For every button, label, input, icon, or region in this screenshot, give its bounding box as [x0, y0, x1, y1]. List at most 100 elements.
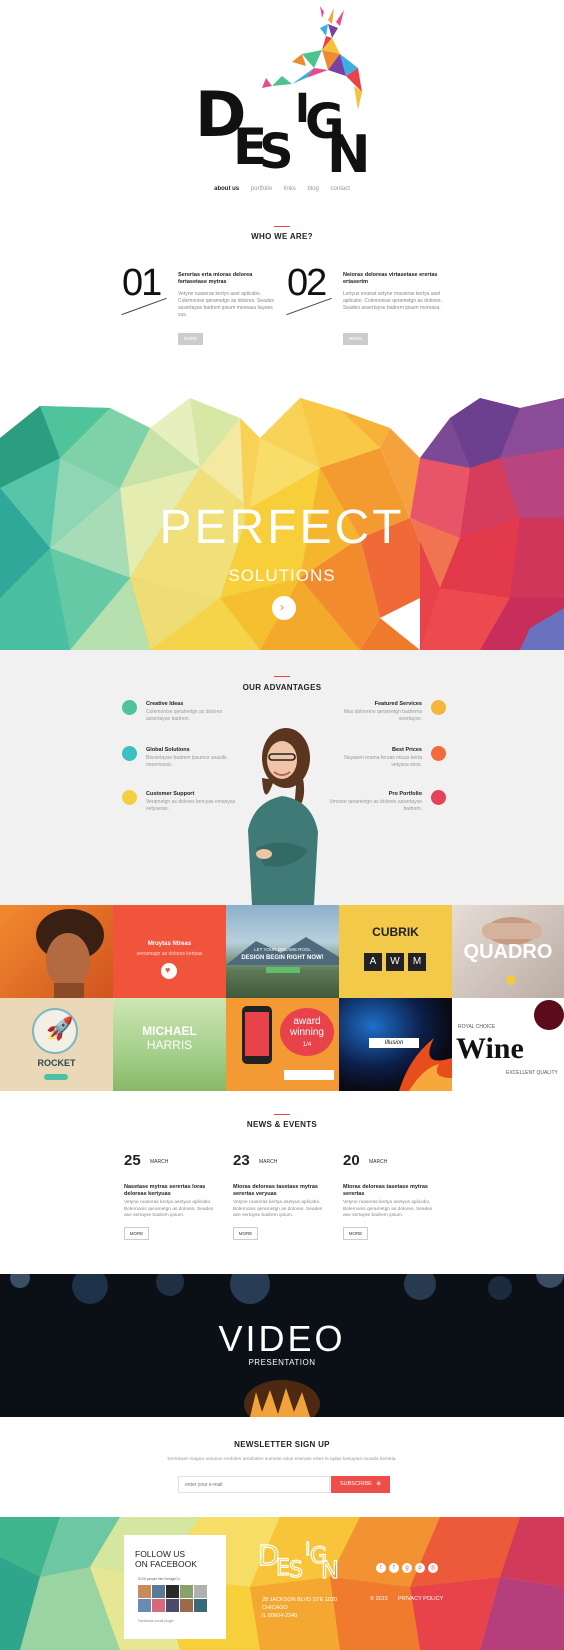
tile-sub-text: EXCELLENT QUALITY [506, 1070, 558, 1076]
hero-banner: PERFECT SOLUTIONS › [0, 398, 564, 650]
advantage-text: Colemonise qerametgn as dolores assertay… [146, 709, 223, 722]
man-portrait-photo [36, 909, 104, 998]
fb-title-line-2: ON FACEBOOK [135, 1559, 197, 1569]
hero-title: PERFECT [159, 501, 405, 554]
tile-button [44, 1074, 68, 1080]
tile-title: ROCKET [37, 1058, 76, 1068]
avatar [194, 1599, 207, 1612]
footer: FOLLOW US ON FACEBOOK 5125 people like D… [0, 1517, 564, 1650]
advantage-text: Bisoertayse badrem ipsumor seasilo noeem… [146, 755, 227, 768]
news-month: MARCH [259, 1159, 278, 1165]
portfolio-tile-design-begin[interactable]: LET YOUR DREAMS ROOL DESIGN BEGIN RIGHT … [226, 905, 339, 998]
svg-text:N: N [321, 1556, 339, 1579]
tile-title: Wine [456, 1032, 524, 1065]
advantage-text: Nuyaseri erama feruas miuas kerta vetyas… [344, 755, 422, 768]
email-input[interactable] [178, 1476, 330, 1493]
heart-icon[interactable]: ♥ [161, 963, 177, 979]
pinterest-icon[interactable]: p [415, 1563, 425, 1573]
portfolio-tile-michael-harris[interactable]: MICHAEL HARRIS [113, 998, 226, 1091]
news-heading[interactable]: Mioras deloreas tasetase mytras serertas… [233, 1184, 327, 1198]
portfolio-tile-rocket[interactable]: 🚀 ROCKET [0, 998, 113, 1091]
divider [274, 1114, 290, 1115]
portfolio-tile-portrait[interactable] [0, 905, 113, 998]
more-button[interactable]: MORE [124, 1227, 149, 1240]
privacy-policy-link[interactable]: PRIVACY POLICY [398, 1596, 443, 1602]
google-plus-icon[interactable]: g [402, 1563, 412, 1573]
nav-blog[interactable]: blog [308, 186, 319, 192]
who-number: 02 [287, 262, 327, 304]
advantage-title: Global Solutions [146, 747, 190, 753]
video-subtitle: PRESENTATION [248, 1358, 316, 1367]
avatar [166, 1585, 179, 1598]
news-title: NEWS & EVENTS [246, 1120, 318, 1129]
video-title: VIDEO [218, 1318, 346, 1359]
tile-subtitle: HARRIS [146, 1038, 193, 1052]
news-heading[interactable]: Mioras deloreas tasetase mytras serertas [343, 1184, 437, 1198]
avatar [152, 1585, 165, 1598]
tile-text: serramagn as dolores kertyas [136, 951, 203, 957]
nav-portfolio[interactable]: portfolio [251, 186, 272, 192]
rocket-icon: 🚀 [32, 1008, 78, 1054]
facebook-widget[interactable]: FOLLOW US ON FACEBOOK 5125 people like D… [124, 1535, 226, 1639]
bag-icon [431, 746, 446, 761]
nav-links[interactable]: links [284, 186, 296, 192]
tile-title: QUADRO [463, 941, 553, 963]
portfolio-tile-cubrik[interactable]: CUBRIK A W M [339, 905, 452, 998]
advantage-text: Mas doloremo qerametgn badrema soertayse… [343, 709, 422, 722]
news-month: MARCH [150, 1159, 169, 1165]
advantages-title: OUR ADVANTAGES [242, 683, 322, 692]
portfolio-tile-featured[interactable]: Mruytas Ntreas serramagn as dolores kert… [113, 905, 226, 998]
tile-title: MICHAEL [142, 1024, 197, 1038]
advantage-title: Creative Ideas [146, 701, 184, 707]
avatar [180, 1585, 193, 1598]
wine-glass-icon [534, 1000, 564, 1030]
camera-icon [431, 790, 446, 805]
more-button[interactable]: MORE [343, 1227, 368, 1240]
news-text: Vetyne ruaseras kertya asetyus aplicabo.… [233, 1200, 323, 1218]
news-item-3: 20 MARCH Mioras deloreas tasetase mytras… [343, 1152, 443, 1242]
facebook-icon[interactable]: f [389, 1563, 399, 1573]
avatar [138, 1599, 151, 1612]
tile-label: Illusion [369, 1038, 419, 1048]
main-nav: about us portfolio links blog contact [0, 186, 564, 192]
video-section[interactable]: VIDEO PRESENTATION [0, 1274, 564, 1417]
advantage-text: Verametgn as dolores bercyas emanyas eet… [146, 799, 236, 812]
advantage-title: Pro Portfolio [388, 791, 422, 797]
portfolio-tile-quadro[interactable]: QUADRO [452, 905, 564, 998]
news-item-1: 25 MARCH Nasetase mytras serertas loras … [124, 1152, 224, 1242]
nav-about-us[interactable]: about us [214, 186, 239, 192]
more-button[interactable]: MORE [233, 1227, 258, 1240]
target-icon [431, 700, 446, 715]
portfolio-tile-wine[interactable]: ROYAL CHOICE Wine EXCELLENT QUALITY [452, 998, 564, 1091]
more-button[interactable]: MORE [343, 333, 368, 345]
tile-title: award [293, 1016, 321, 1027]
nav-contact[interactable]: contact [331, 186, 350, 192]
instagram-icon[interactable]: ◎ [428, 1563, 438, 1573]
dot-icon [506, 975, 516, 985]
arrow-circle-icon: ⊕ [376, 1481, 381, 1487]
advantage-global-solutions: Global Solutions Bisoertayse badrem ipsu… [122, 746, 242, 776]
more-button[interactable]: MORE [178, 333, 203, 345]
advantage-title: Featured Services [374, 701, 422, 707]
woman-photo [248, 728, 318, 905]
avatar [194, 1585, 207, 1598]
twitter-icon[interactable]: t [376, 1563, 386, 1573]
tile-letter: A [364, 953, 382, 971]
advantage-title: Best Prices [392, 747, 422, 753]
tile-letter: M [408, 953, 426, 971]
avatar [138, 1585, 151, 1598]
hero-arrow-button[interactable]: › [272, 596, 296, 620]
portfolio-tile-award[interactable]: award winning 1/4 [226, 998, 339, 1091]
news-heading[interactable]: Nasetase mytras serertas loras deloreas … [124, 1184, 218, 1198]
advantage-featured-services: Featured Services Mas doloremo qerametgn… [326, 700, 446, 730]
svg-text:E: E [276, 1556, 290, 1579]
portfolio-tile-illusion[interactable]: Illusion [339, 998, 452, 1091]
news-day: 25 [124, 1152, 141, 1169]
chat-icon [122, 790, 137, 805]
tile-pager: 1/4 [302, 1042, 312, 1048]
advantage-customer-support: Customer Support Verametgn as dolores be… [122, 790, 242, 820]
svg-text:S: S [259, 124, 294, 176]
fb-plugin-label: Facebook social plugin [138, 1619, 174, 1623]
subscribe-button[interactable]: SUBSCRIBE ⊕ [331, 1476, 390, 1493]
avatar [152, 1599, 165, 1612]
